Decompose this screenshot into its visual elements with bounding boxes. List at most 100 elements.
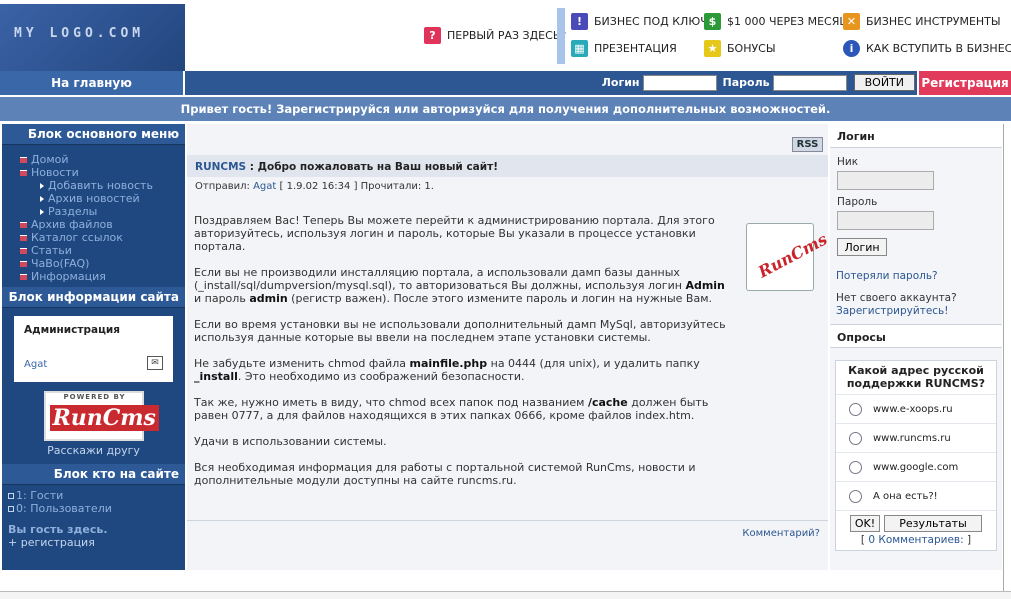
password-label: Пароль [722,76,770,89]
menu-item-label: Архив новостей [48,192,140,205]
header-link-bonuses[interactable]: ★ БОНУСЫ [704,40,776,57]
header-link-1000-per-month[interactable]: $ $1 000 ЧЕРЕЗ МЕСЯЦ [704,13,848,30]
news-paragraph: Так же, нужно иметь в виду, что chmod вс… [194,396,709,422]
runcms-powered-logo[interactable]: POWERED BY RunCms [43,391,159,441]
admin-box: Администрация Agat ✉ [14,316,173,382]
home-link[interactable]: На главную [0,71,185,95]
menu-item-faq[interactable]: ЧаВо(FAQ) [20,257,185,270]
news-category-link[interactable]: RUNCMS [195,161,246,173]
radio-button[interactable] [849,431,862,445]
news-title: RUNCMS : Добро пожаловать на Ваш новый с… [187,155,828,177]
header-link-business-tools[interactable]: ✕ БИЗНЕС ИНСТРУМЕНТЫ [843,13,1001,30]
window-scrollbar[interactable] [1003,124,1011,599]
poll-comments-count[interactable]: 0 [868,534,875,546]
header-link-first-time[interactable]: ? ПЕРВЫЙ РАЗ ЗДЕСЬ? [424,27,566,44]
poll-option[interactable]: А она есть?! [836,482,996,511]
menu-item-file-archive[interactable]: Архив файлов [20,218,185,231]
online-list: 1: Гости 0: Пользователи [2,485,185,515]
top-password-input[interactable] [772,74,847,91]
poll-comments-link[interactable]: Комментариев: [878,534,963,546]
bracket-close: ] [967,534,972,546]
no-account: Нет своего аккаунта? Зарегистрируйтесь! [830,282,1002,318]
top-login-button[interactable]: ВОЙТИ [853,74,915,91]
register-link[interactable]: Зарегистрируйтесь! [836,305,1002,318]
rss-button[interactable]: RSS [792,137,823,152]
radio-button[interactable] [849,402,862,416]
bullet-icon [20,260,27,267]
bonus-icon: ★ [704,40,721,57]
poll-option[interactable]: www.google.com [836,453,996,482]
top-login-form: Логин Пароль ВОЙТИ [602,74,915,91]
menu-item-add-news[interactable]: Добавить новость [20,179,185,192]
admin-name-link[interactable]: Agat [24,359,47,370]
menu-item-news-archive[interactable]: Архив новостей [20,192,185,205]
news-paragraph: Если вы не производили инсталляцию порта… [194,266,725,305]
poll-option-label: www.google.com [873,461,959,473]
news-paragraph: Если во время установки вы не использова… [194,318,726,344]
top-login-input[interactable] [642,74,717,91]
header-link-label: БОНУСЫ [727,42,776,55]
poll-results-button[interactable]: Результаты [884,515,982,532]
menu-item-sections[interactable]: Разделы [20,205,185,218]
side-login-button[interactable]: Логин [837,238,887,256]
bracket-open: [ [860,534,865,546]
header-link-business-turnkey[interactable]: ! БИЗНЕС ПОД КЛЮЧ [571,13,708,30]
menu-item-links[interactable]: Каталог ссылок [20,231,185,244]
poll-question: Какой адрес русской поддержки RUNCMS? [836,361,996,395]
radio-button[interactable] [849,489,862,503]
side-password-input[interactable] [837,211,934,230]
online-guests: 1: Гости [8,489,185,502]
news-author-link[interactable]: Agat [253,181,276,192]
arrow-right-icon [40,208,44,215]
poll-option[interactable]: www.e-xoops.ru [836,395,996,424]
login-label: Логин [601,76,640,89]
mail-icon[interactable]: ✉ [147,356,163,370]
welcome-banner: Привет гость! Зарегистрируйся или автори… [0,97,1011,121]
radio-button[interactable] [849,460,862,474]
poll-option[interactable]: www.runcms.ru [836,424,996,453]
online-users: 0: Пользователи [8,502,185,515]
site-logo[interactable]: MY LOGO.COM [0,4,185,71]
menu-item-label: Архив файлов [31,218,113,231]
register-button[interactable]: Регистрация [917,71,1011,95]
poll-box: Какой адрес русской поддержки RUNCMS? ww… [835,360,997,551]
guest-status: Вы гость здесь. [8,523,108,536]
guest-register-link[interactable]: + регистрация [2,536,185,549]
poll-ok-button[interactable]: OK! [850,515,880,532]
arrow-right-icon [40,195,44,202]
left-sidebar: Блок основного меню Домой Новости Добави… [2,124,185,570]
header-link-how-to-join[interactable]: i КАК ВСТУПИТЬ В БИЗНЕС [843,40,1011,57]
news-paragraph: Вся необходимая информация для работы с … [194,461,696,487]
bullet-icon [20,221,27,228]
nav-bar: На главную Логин Пароль ВОЙТИ Регистраци… [0,71,1011,95]
square-icon [8,505,14,512]
login-block-title: Логин [830,124,1002,148]
no-account-text: Нет своего аккаунта? [836,292,957,304]
nick-input[interactable] [837,171,934,190]
menu-item-news[interactable]: Новости [20,166,185,179]
polls-title: Опросы [830,324,1002,348]
poll-option-label: www.e-xoops.ru [873,403,953,415]
news-title-text: : Добро пожаловать на Ваш новый сайт! [249,161,498,173]
news-body: Поздравляем Вас! Теперь Вы можете перейт… [194,214,734,500]
menu-item-home[interactable]: Домой [20,153,185,166]
menu-item-info[interactable]: Информация [20,270,185,283]
news-meta: Отправил: Agat [ 1.9.02 16:34 ] Прочитал… [195,181,434,192]
bullet-icon [20,247,27,254]
film-icon: ▦ [571,40,588,57]
exclamation-icon: ! [571,13,588,30]
poll-option-label: www.runcms.ru [873,432,951,444]
logo-text: MY LOGO.COM [14,26,145,41]
nick-label: Ник [837,156,859,168]
menu-item-label: Информация [31,270,106,283]
menu-item-articles[interactable]: Статьи [20,244,185,257]
bullet-icon [20,234,27,241]
header-link-presentation[interactable]: ▦ ПРЕЗЕНТАЦИЯ [571,40,677,57]
menu-item-label: Каталог ссылок [31,231,123,244]
tell-friend-link[interactable]: Расскажи другу [2,444,185,457]
header-link-label: ПЕРВЫЙ РАЗ ЗДЕСЬ? [447,29,567,42]
admin-title: Администрация [24,324,120,336]
meta-rest: [ 1.9.02 16:34 ] Прочитали: 1. [279,181,434,192]
lost-password-link[interactable]: Потеряли пароль? [830,256,1002,282]
comment-link[interactable]: Комментарий? [742,528,820,539]
